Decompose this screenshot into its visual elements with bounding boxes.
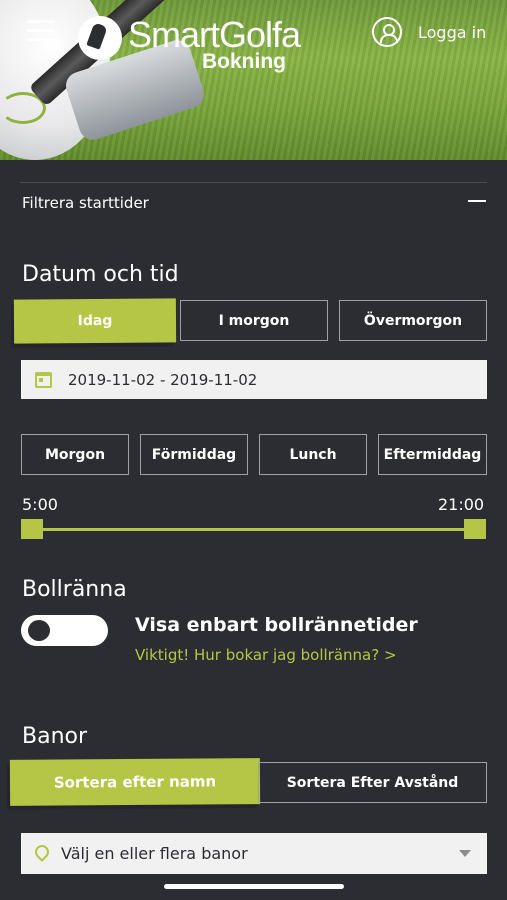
time-button-afternoon[interactable]: Eftermiddag [378, 434, 487, 475]
date-time-title: Datum och tid [22, 262, 179, 287]
slider-min-label: 5:00 [22, 495, 58, 514]
course-select[interactable]: Välj en eller flera banor [21, 833, 487, 874]
day-button-today[interactable]: Idag [13, 298, 177, 344]
time-button-lunch[interactable]: Lunch [259, 434, 367, 475]
filter-title: Filtrera starttider [22, 194, 149, 212]
driving-range-toggle[interactable] [21, 615, 108, 646]
calendar-icon [35, 371, 52, 388]
time-button-morning[interactable]: Morgon [21, 434, 129, 475]
sort-by-distance-button[interactable]: Sortera Efter Avstånd [258, 762, 487, 803]
minus-icon[interactable] [468, 200, 486, 202]
app-logo: SmartGolfa Bokning [78, 10, 328, 73]
time-button-forenoon[interactable]: Förmiddag [140, 434, 248, 475]
date-range-text: 2019-11-02 - 2019-11-02 [68, 370, 258, 389]
toggle-knob [28, 620, 50, 641]
driving-range-title: Bollränna [22, 577, 127, 602]
sort-by-name-button[interactable]: Sortera efter namn [9, 758, 261, 806]
day-button-tomorrow[interactable]: I morgon [180, 300, 328, 341]
date-range-field[interactable]: 2019-11-02 - 2019-11-02 [21, 360, 487, 399]
slider-max-label: 21:00 [438, 495, 485, 514]
driving-range-help-link[interactable]: Viktigt! Hur bokar jag bollränna? > [135, 646, 397, 664]
menu-icon[interactable] [27, 20, 55, 42]
home-indicator[interactable] [164, 884, 344, 889]
time-slider-min-handle[interactable] [21, 519, 43, 539]
time-slider-max-handle[interactable] [464, 519, 486, 539]
user-icon [372, 17, 402, 47]
login-label: Logga in [418, 22, 487, 42]
location-pin-icon [32, 841, 52, 862]
time-slider-track[interactable] [32, 528, 475, 531]
logo-subtitle: Bokning [202, 50, 286, 73]
driving-range-toggle-label: Visa enbart bollrännetider [135, 614, 418, 636]
divider [20, 182, 487, 183]
hero-edge [0, 160, 507, 164]
course-select-placeholder: Välj en eller flera banor [61, 844, 248, 863]
courses-title: Banor [22, 724, 88, 749]
login-button[interactable]: Logga in [372, 17, 486, 47]
chevron-down-icon [459, 850, 471, 857]
day-button-day-after[interactable]: Övermorgon [339, 300, 487, 341]
golfer-icon [78, 16, 122, 60]
